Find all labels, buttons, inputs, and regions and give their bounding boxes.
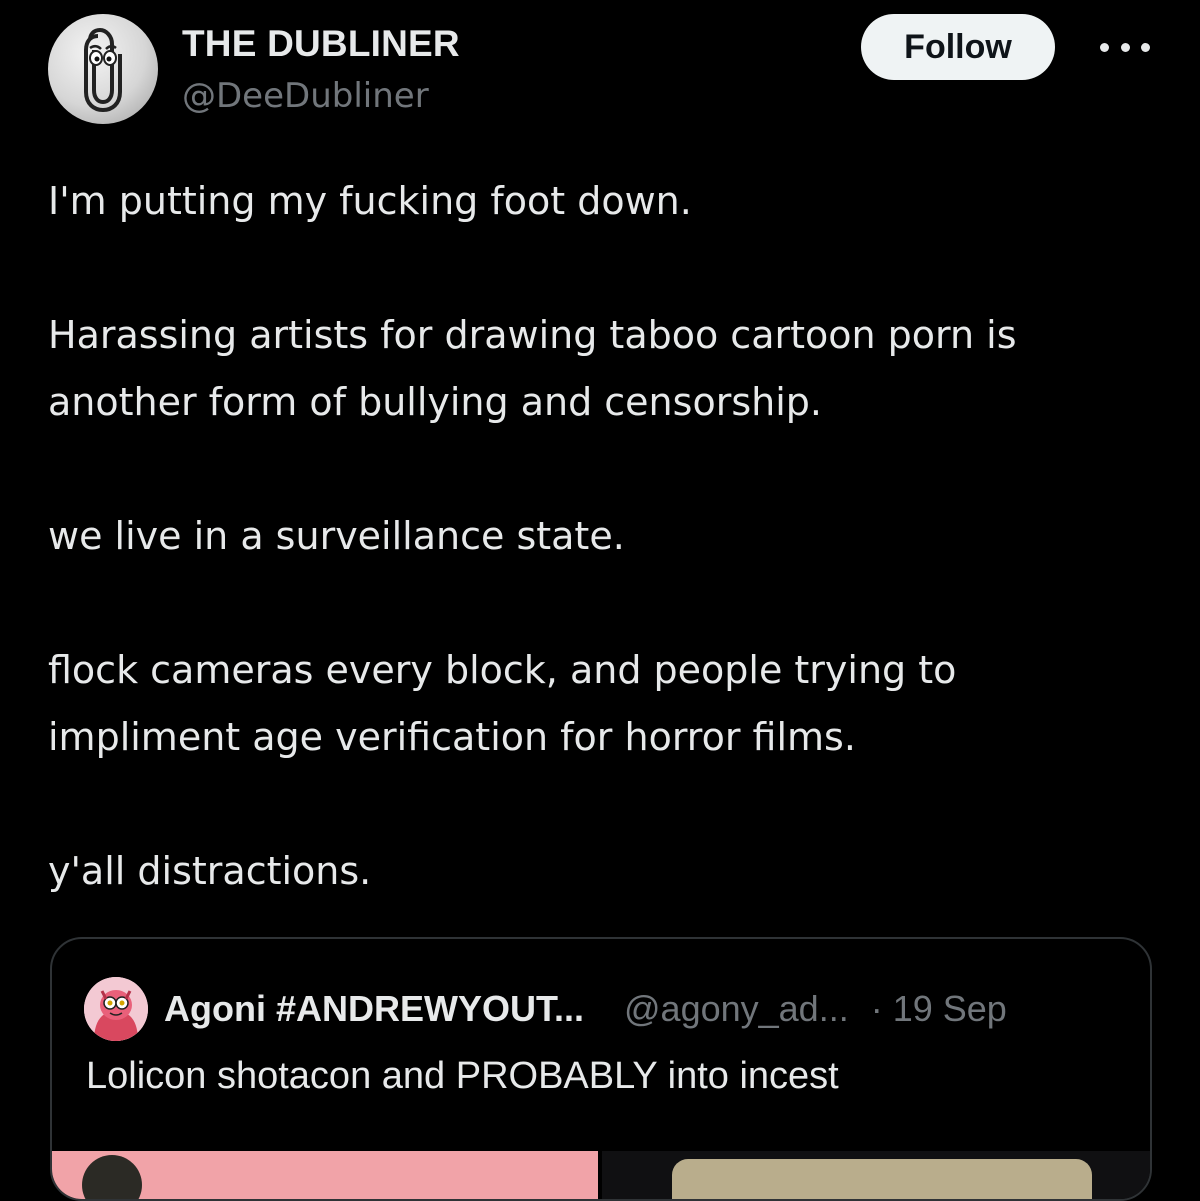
more-horizontal-icon-dot xyxy=(1141,42,1150,52)
tweet-paragraph: I'm putting my fucking foot down. xyxy=(48,179,692,223)
quoted-tweet-card[interactable]: Agoni #ANDREWYOUT... @agony_ad... · 19 S… xyxy=(50,937,1152,1201)
quoted-media-image[interactable] xyxy=(52,1151,598,1199)
tweet-header: THE DUBLINER @DeeDubliner Follow xyxy=(48,14,1158,129)
paperclip-icon xyxy=(84,27,122,113)
quoted-author-avatar[interactable] xyxy=(84,977,148,1041)
media-image-content xyxy=(82,1155,142,1199)
author-display-name[interactable]: THE DUBLINER xyxy=(182,22,460,66)
tweet-paragraph: flock cameras every block, and people tr… xyxy=(48,648,957,692)
quoted-tweet-header: Agoni #ANDREWYOUT... @agony_ad... · 19 S… xyxy=(84,977,1007,1041)
cartoon-avatar-icon xyxy=(84,977,148,1041)
quoted-media-image[interactable] xyxy=(602,1151,1150,1199)
tweet-text: I'm putting my fucking foot down. Harass… xyxy=(48,168,1168,905)
media-image-content xyxy=(672,1159,1092,1199)
quoted-tweet-timestamp[interactable]: · 19 Sep xyxy=(871,988,1007,1030)
tweet-paragraph: another form of bullying and censorship. xyxy=(48,380,822,424)
tweet-paragraph: impliment age verification for horror fi… xyxy=(48,715,856,759)
more-options-button[interactable] xyxy=(1100,36,1150,58)
tweet-paragraph: y'all distractions. xyxy=(48,849,372,893)
tweet-paragraph: we live in a surveillance state. xyxy=(48,514,625,558)
quoted-author-display-name[interactable]: Agoni #ANDREWYOUT... xyxy=(164,988,584,1030)
more-horizontal-icon xyxy=(1100,42,1109,52)
quoted-tweet-text: Lolicon shotacon and PROBABLY into inces… xyxy=(86,1055,839,1097)
author-names: THE DUBLINER @DeeDubliner xyxy=(182,22,460,120)
more-horizontal-icon-dot xyxy=(1120,42,1130,52)
tweet-paragraph: Harassing artists for drawing taboo cart… xyxy=(48,313,1017,357)
follow-button[interactable]: Follow xyxy=(861,14,1055,80)
author-avatar[interactable] xyxy=(48,14,158,124)
quoted-author-handle[interactable]: @agony_ad... xyxy=(624,988,849,1030)
author-handle[interactable]: @DeeDubliner xyxy=(182,72,460,120)
